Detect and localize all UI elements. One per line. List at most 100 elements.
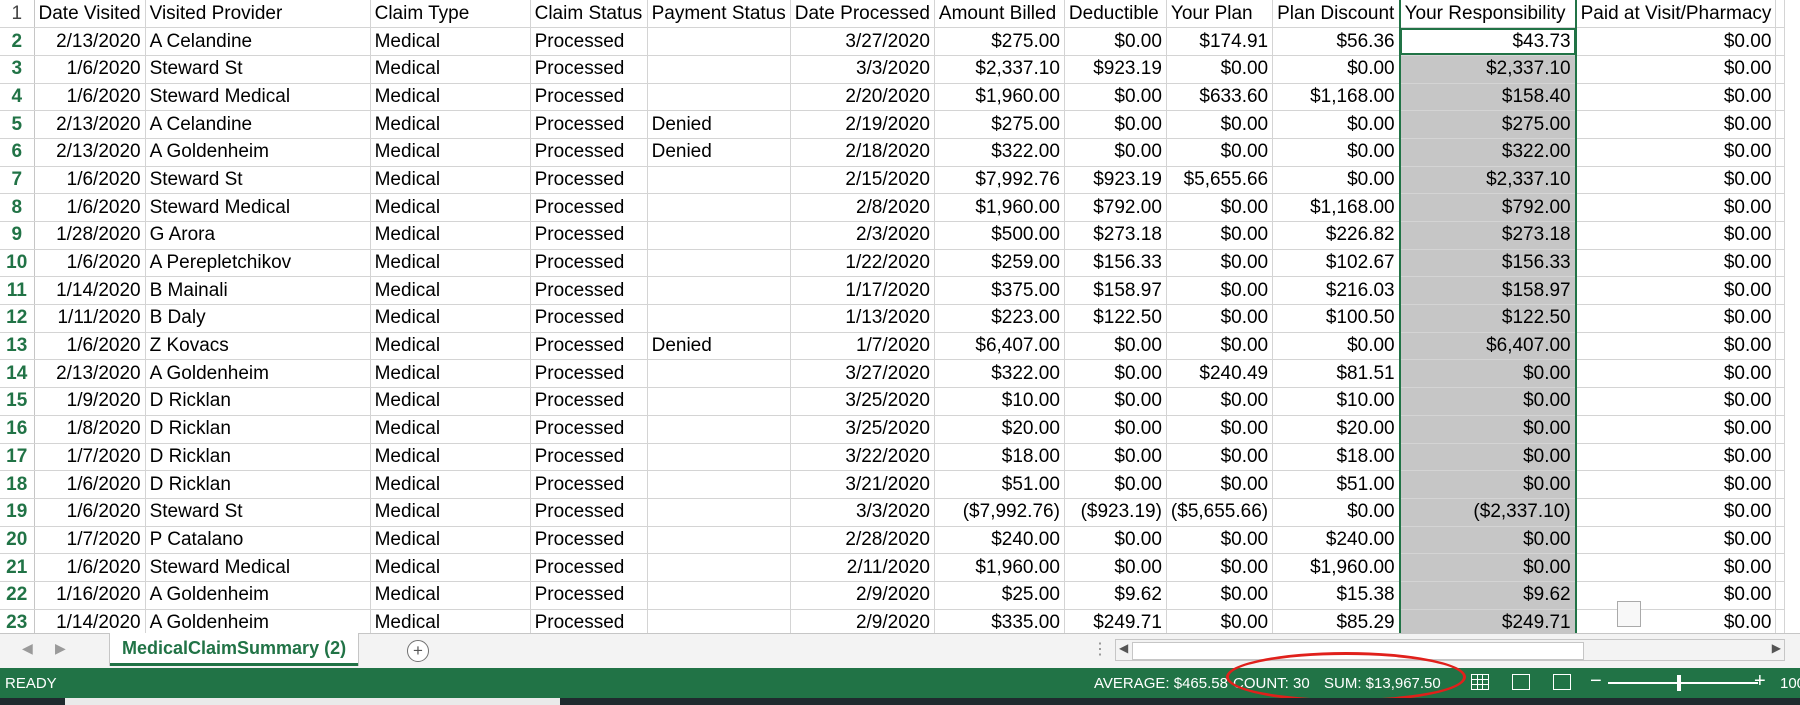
cell-plan-discount[interactable]: $1,168.00	[1272, 193, 1401, 222]
cell-claim-status[interactable]: Processed	[530, 581, 648, 610]
cell-your-responsibility[interactable]: $792.00	[1398, 193, 1577, 222]
row-number[interactable]: 14	[0, 359, 35, 389]
cell-visited-provider[interactable]: A Perepletchikov	[145, 249, 371, 278]
normal-view-icon[interactable]	[1471, 674, 1489, 690]
row-number[interactable]: 18	[0, 470, 35, 499]
column-header-your-plan[interactable]: Your Plan	[1166, 0, 1274, 29]
cell-date-visited[interactable]: 1/28/2020	[34, 221, 146, 250]
cell-payment-status[interactable]	[647, 443, 791, 472]
cell-plan-discount[interactable]: $226.82	[1272, 221, 1401, 250]
scroll-right-arrow-icon[interactable]: ▶	[1772, 641, 1781, 655]
cell-plan-discount[interactable]: $0.00	[1272, 498, 1401, 527]
cell-amount-billed[interactable]: $18.00	[934, 443, 1065, 472]
cell-date-visited[interactable]: 1/6/2020	[34, 553, 146, 582]
cell-claim-type[interactable]: Medical	[370, 110, 531, 139]
cell-date-processed[interactable]: 2/3/2020	[790, 221, 935, 250]
horizontal-scrollbar[interactable]: ◀ ▶	[1115, 639, 1785, 661]
row-number[interactable]: 9	[0, 221, 35, 250]
cell-date-processed[interactable]: 3/27/2020	[790, 27, 935, 56]
cell-visited-provider[interactable]: A Celandine	[145, 27, 371, 56]
cell-paid-at-visit[interactable]: $0.00	[1575, 415, 1777, 444]
cell-visited-provider[interactable]: D Ricklan	[145, 443, 371, 472]
cell-deductible[interactable]: $0.00	[1064, 110, 1167, 139]
cell-claim-type[interactable]: Medical	[370, 553, 531, 582]
cell-deductible[interactable]: $0.00	[1064, 526, 1167, 555]
cell-date-processed[interactable]: 3/22/2020	[790, 443, 935, 472]
cell-payment-status[interactable]	[647, 470, 791, 499]
column-header-claim-type[interactable]: Claim Type	[370, 0, 531, 29]
cell-plan-discount[interactable]: $1,960.00	[1272, 553, 1401, 582]
cell-paid-at-visit[interactable]: $0.00	[1575, 359, 1777, 389]
cell-your-responsibility[interactable]: $9.62	[1398, 581, 1577, 610]
cell-your-plan[interactable]: $0.00	[1166, 609, 1274, 633]
cell-plan-discount[interactable]: $0.00	[1272, 332, 1401, 361]
cell-paid-at-visit[interactable]: $0.00	[1575, 553, 1777, 582]
cell-visited-provider[interactable]: A Goldenheim	[145, 138, 371, 167]
scroll-left-arrow-icon[interactable]: ◀	[1119, 641, 1128, 655]
cell-payment-status[interactable]	[647, 83, 791, 112]
cell-claim-type[interactable]: Medical	[370, 387, 531, 416]
cell-paid-at-visit[interactable]: $0.00	[1575, 443, 1777, 472]
cell-amount-billed[interactable]: ($7,992.76)	[934, 498, 1065, 527]
cell-deductible[interactable]: $0.00	[1064, 332, 1167, 361]
cell-deductible[interactable]: $0.00	[1064, 415, 1167, 444]
cell-paid-at-visit[interactable]: $0.00	[1575, 276, 1777, 306]
cell-claim-status[interactable]: Processed	[530, 55, 648, 84]
column-header-paid-at-visit[interactable]: Paid at Visit/Pharmacy	[1575, 0, 1777, 29]
cell-payment-status[interactable]: Denied	[647, 110, 791, 139]
cell-claim-status[interactable]: Processed	[530, 304, 648, 333]
cell-your-responsibility[interactable]: $0.00	[1398, 415, 1577, 444]
cell-amount-billed[interactable]: $51.00	[934, 470, 1065, 499]
cell-date-processed[interactable]: 2/19/2020	[790, 110, 935, 139]
add-sheet-icon[interactable]: +	[407, 640, 429, 662]
cell-plan-discount[interactable]: $81.51	[1272, 359, 1401, 389]
cell-your-responsibility[interactable]: $0.00	[1398, 470, 1577, 499]
row-number[interactable]: 11	[0, 276, 35, 306]
cell-amount-billed[interactable]: $275.00	[934, 27, 1065, 56]
cell-paid-at-visit[interactable]: $0.00	[1575, 138, 1777, 167]
cell-amount-billed[interactable]: $240.00	[934, 526, 1065, 555]
cell-visited-provider[interactable]: A Goldenheim	[145, 581, 371, 610]
cell-deductible[interactable]: $0.00	[1064, 387, 1167, 416]
cell-date-visited[interactable]: 2/13/2020	[34, 359, 146, 389]
tab-splitter-handle-icon[interactable]: ⋮	[1092, 639, 1108, 659]
cell-your-responsibility[interactable]: $273.18	[1398, 221, 1577, 250]
cell-claim-type[interactable]: Medical	[370, 332, 531, 361]
cell-your-responsibility[interactable]: $6,407.00	[1398, 332, 1577, 361]
cell-deductible[interactable]: $792.00	[1064, 193, 1167, 222]
cell-date-processed[interactable]: 3/25/2020	[790, 387, 935, 416]
cell-plan-discount[interactable]: $0.00	[1272, 55, 1401, 84]
cell-claim-status[interactable]: Processed	[530, 83, 648, 112]
cell-visited-provider[interactable]: B Mainali	[145, 276, 371, 306]
cell-amount-billed[interactable]: $25.00	[934, 581, 1065, 610]
cell-deductible[interactable]: $0.00	[1064, 470, 1167, 499]
cell-your-responsibility[interactable]: $158.97	[1398, 276, 1577, 306]
cell-plan-discount[interactable]: $0.00	[1272, 166, 1401, 195]
cell-your-responsibility[interactable]: $158.40	[1398, 83, 1577, 112]
cell-claim-type[interactable]: Medical	[370, 55, 531, 84]
prev-sheet-arrow-icon[interactable]: ◀	[22, 640, 33, 657]
cell-date-processed[interactable]: 2/15/2020	[790, 166, 935, 195]
cell-deductible[interactable]: $0.00	[1064, 553, 1167, 582]
cell-your-responsibility[interactable]: $2,337.10	[1398, 55, 1577, 84]
empty-cell[interactable]	[1775, 304, 1786, 333]
cell-payment-status[interactable]	[647, 276, 791, 306]
cell-amount-billed[interactable]: $2,337.10	[934, 55, 1065, 84]
cell-date-processed[interactable]: 3/3/2020	[790, 55, 935, 84]
cell-your-plan[interactable]: $5,655.66	[1166, 166, 1274, 195]
empty-cell[interactable]	[1775, 221, 1786, 250]
cell-visited-provider[interactable]: D Ricklan	[145, 470, 371, 499]
cell-deductible[interactable]: $923.19	[1064, 166, 1167, 195]
empty-cell[interactable]	[1775, 553, 1786, 582]
cell-date-visited[interactable]: 1/6/2020	[34, 470, 146, 499]
cell-your-plan[interactable]: $0.00	[1166, 415, 1274, 444]
zoom-slider[interactable]	[1608, 682, 1758, 684]
cell-paid-at-visit[interactable]: $0.00	[1575, 110, 1777, 139]
cell-claim-status[interactable]: Processed	[530, 332, 648, 361]
empty-cell[interactable]	[1775, 138, 1786, 167]
cell-your-plan[interactable]: $0.00	[1166, 526, 1274, 555]
cell-claim-type[interactable]: Medical	[370, 470, 531, 499]
cell-amount-billed[interactable]: $1,960.00	[934, 83, 1065, 112]
cell-paid-at-visit[interactable]: $0.00	[1575, 166, 1777, 195]
cell-date-processed[interactable]: 3/21/2020	[790, 470, 935, 499]
